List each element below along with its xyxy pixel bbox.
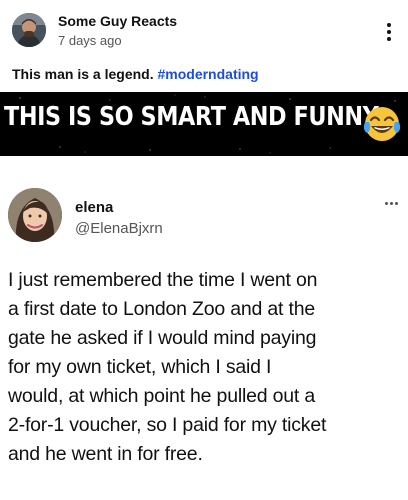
dot [387, 37, 391, 41]
tweet-author-handle[interactable]: @ElenaBjxrn [75, 220, 163, 237]
dot [387, 30, 391, 34]
author-avatar[interactable] [12, 13, 46, 47]
dot [394, 201, 398, 205]
author-name[interactable]: Some Guy Reacts [58, 13, 177, 29]
meme-banner: THIS IS SO SMART AND FUNNY [0, 92, 408, 156]
more-options-button[interactable] [382, 18, 396, 46]
banner-text: THIS IS SO SMART AND FUNNY [4, 102, 379, 132]
embedded-tweet[interactable]: elena @ElenaBjxrn I just remembered the … [0, 168, 408, 500]
dot [384, 201, 388, 205]
hashtag-link[interactable]: #moderndating [157, 66, 258, 82]
post-timestamp[interactable]: 7 days ago [58, 33, 122, 48]
tweet-text: I just remembered the time I went on a f… [8, 269, 327, 465]
dot [387, 23, 391, 27]
avatar-image [12, 13, 46, 47]
tweet-more-options-icon[interactable] [380, 198, 402, 208]
face-with-tears-of-joy-icon [363, 107, 401, 141]
post-caption: This man is a legend. #moderndating [12, 66, 259, 82]
tweet-author-avatar[interactable] [8, 188, 62, 242]
tweet-avatar-image [8, 188, 62, 242]
tweet-author-name[interactable]: elena [75, 199, 113, 216]
dot [389, 201, 393, 205]
post-header: Some Guy Reacts 7 days ago [0, 0, 408, 62]
caption-text: This man is a legend. [12, 66, 158, 82]
